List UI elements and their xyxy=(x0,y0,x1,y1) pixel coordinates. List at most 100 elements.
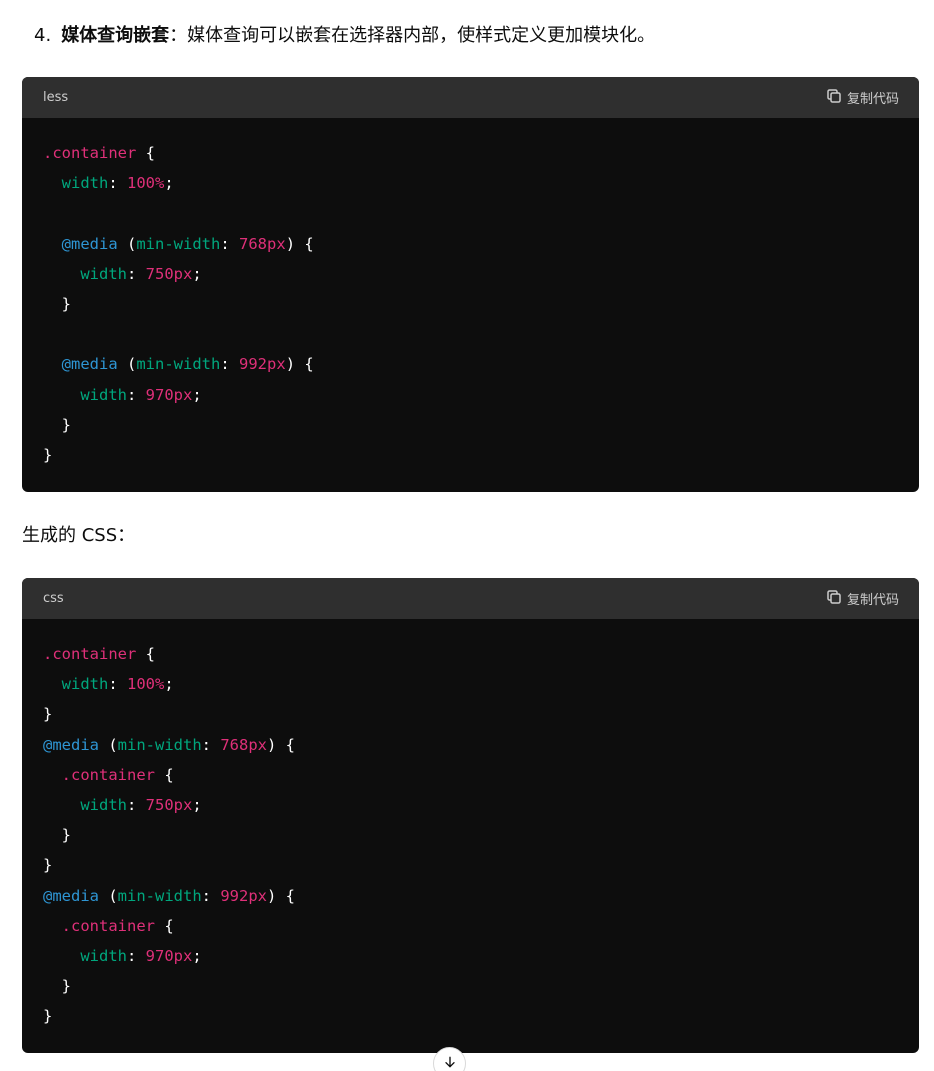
copy-code-button[interactable]: 复制代码 xyxy=(825,87,899,109)
code-property: min-width xyxy=(136,355,221,374)
code-punctuation: ; xyxy=(192,947,202,966)
code-header: css 复制代码 xyxy=(22,578,919,619)
code-line: .container { xyxy=(43,138,898,168)
code-punctuation: { xyxy=(155,765,174,784)
code-punctuation: } xyxy=(43,1007,53,1026)
code-punctuation: ) { xyxy=(267,735,296,754)
code-block-css: css 复制代码 .container { width: 100%;} @medi… xyxy=(22,578,919,1053)
code-line: width: 750px; xyxy=(43,790,898,820)
code-selector: .container xyxy=(43,645,137,663)
code-line: } xyxy=(43,971,898,1001)
code-line: } xyxy=(43,820,898,850)
code-value: 992px xyxy=(239,355,286,374)
code-selector: .container xyxy=(43,144,137,162)
code-punctuation xyxy=(43,917,62,935)
code-at-rule: @media xyxy=(43,735,99,754)
code-punctuation: : xyxy=(127,947,146,966)
code-line: .container { xyxy=(43,760,898,790)
code-value: 100% xyxy=(127,174,165,193)
code-punctuation: { xyxy=(136,144,155,162)
code-line: } xyxy=(43,410,898,440)
code-punctuation: { xyxy=(136,645,155,663)
code-property: min-width xyxy=(117,735,202,754)
code-punctuation: } xyxy=(43,977,71,996)
code-property: width xyxy=(80,947,127,966)
code-property: width xyxy=(80,385,127,404)
code-line: @media (min-width: 768px) { xyxy=(43,730,898,760)
code-selector: .container xyxy=(61,765,155,784)
code-at-rule: @media xyxy=(61,234,118,253)
code-line: .container { xyxy=(43,911,898,941)
code-punctuation xyxy=(43,355,62,373)
code-line: } xyxy=(43,850,898,880)
code-line: } xyxy=(43,699,898,729)
code-line: width: 100%; xyxy=(43,168,898,198)
code-punctuation xyxy=(43,675,62,693)
code-punctuation: } xyxy=(43,295,71,313)
code-value: 750px xyxy=(145,264,193,283)
code-punctuation xyxy=(43,947,80,965)
code-punctuation: } xyxy=(43,415,71,434)
copy-icon xyxy=(825,87,843,109)
list-item-title: 媒体查询嵌套 xyxy=(61,25,170,46)
code-line: width: 970px; xyxy=(43,380,898,410)
code-block-less: less 复制代码 .container { width: 100%; @med… xyxy=(22,77,919,492)
code-punctuation: ; xyxy=(192,796,202,815)
code-punctuation: : xyxy=(127,264,146,283)
code-punctuation: ) { xyxy=(285,234,314,253)
code-punctuation: ; xyxy=(192,264,202,283)
code-value: 100% xyxy=(127,675,165,694)
code-punctuation: ( xyxy=(117,355,137,374)
code-line: width: 970px; xyxy=(43,941,898,971)
code-punctuation: ; xyxy=(164,174,174,193)
code-body: .container { width: 100%; @media (min-wi… xyxy=(22,118,919,490)
code-punctuation: ( xyxy=(99,886,118,905)
code-punctuation xyxy=(43,235,62,253)
code-punctuation: ) { xyxy=(285,355,314,374)
code-property: width xyxy=(61,174,109,193)
code-line: @media (min-width: 768px) { xyxy=(43,229,898,259)
code-property: width xyxy=(80,264,127,283)
code-punctuation xyxy=(43,174,62,192)
code-punctuation: ( xyxy=(117,234,137,253)
copy-code-label: 复制代码 xyxy=(846,593,899,608)
code-punctuation: ) { xyxy=(267,886,296,905)
code-punctuation xyxy=(43,766,62,784)
code-line: } xyxy=(43,289,898,319)
code-punctuation: { xyxy=(155,916,174,935)
list-item-4: 4. 媒体查询嵌套：媒体查询可以嵌套在选择器内部，使样式定义更加模块化。 xyxy=(34,22,655,50)
code-punctuation xyxy=(43,796,80,814)
code-line: width: 750px; xyxy=(43,259,898,289)
code-line: @media (min-width: 992px) { xyxy=(43,881,898,911)
code-punctuation: : xyxy=(108,675,128,694)
copy-code-button[interactable]: 复制代码 xyxy=(825,588,899,610)
paragraph-generated-css: 生成的 CSS： xyxy=(22,525,136,546)
code-punctuation: } xyxy=(43,446,53,464)
arrow-down-icon xyxy=(442,1054,458,1071)
code-line: @media (min-width: 992px) { xyxy=(43,349,898,379)
code-value: 768px xyxy=(220,735,268,754)
code-language-label: css xyxy=(43,591,64,606)
code-value: 992px xyxy=(220,886,268,905)
code-body: .container { width: 100%;} @media (min-wi… xyxy=(22,619,919,1052)
code-at-rule: @media xyxy=(61,355,118,374)
code-header: less 复制代码 xyxy=(22,77,919,118)
code-line: width: 100%; xyxy=(43,669,898,699)
list-number: 4. xyxy=(34,25,52,46)
code-value: 768px xyxy=(239,234,286,253)
code-property: width xyxy=(80,796,127,815)
code-value: 970px xyxy=(145,947,193,966)
code-value: 970px xyxy=(145,385,193,404)
code-line: } xyxy=(43,1001,898,1031)
code-selector: .container xyxy=(61,916,155,935)
code-punctuation: : xyxy=(201,735,221,754)
code-punctuation: ; xyxy=(164,675,174,694)
code-punctuation: ; xyxy=(192,385,202,404)
list-item-description: ：媒体查询可以嵌套在选择器内部，使样式定义更加模块化。 xyxy=(169,25,656,46)
code-value: 750px xyxy=(145,796,193,815)
code-punctuation: : xyxy=(201,886,221,905)
code-punctuation xyxy=(43,386,80,404)
code-punctuation: } xyxy=(43,826,71,845)
